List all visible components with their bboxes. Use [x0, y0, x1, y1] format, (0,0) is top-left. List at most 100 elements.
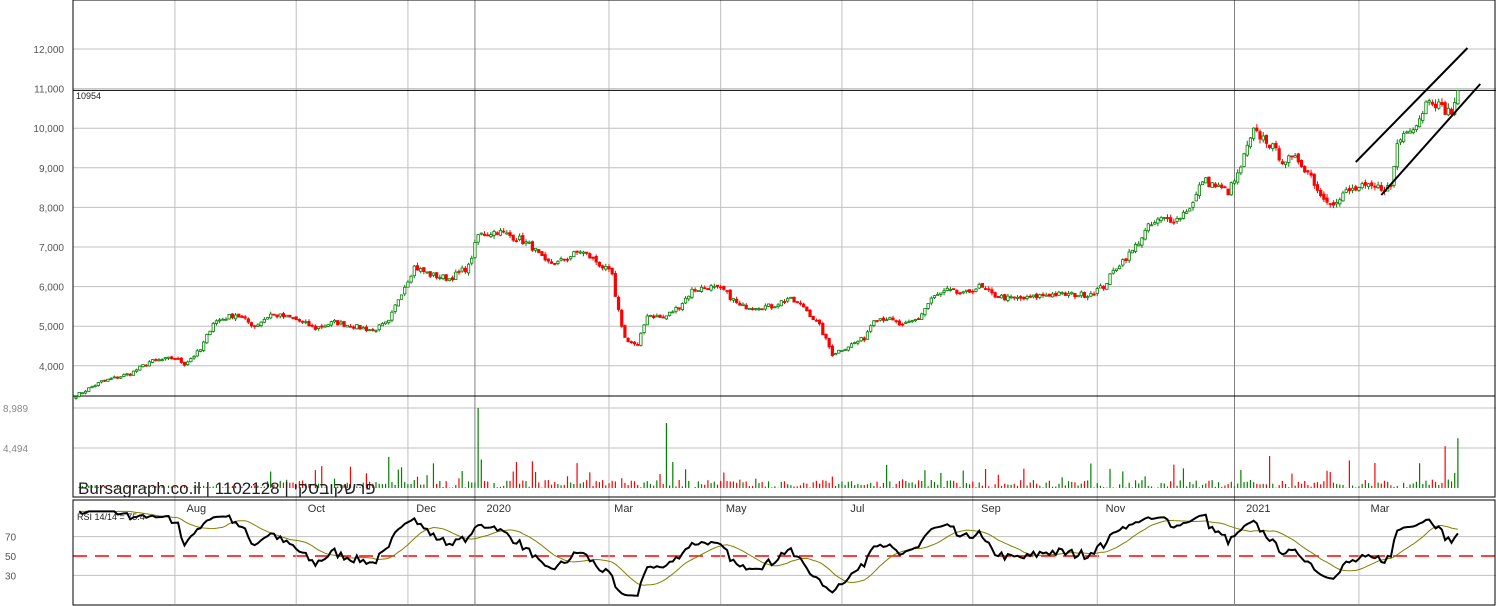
candle-up [1242, 153, 1246, 167]
candle-up [1360, 183, 1364, 189]
candle-up [214, 320, 219, 324]
candle-down [792, 296, 796, 303]
candle-down [444, 274, 448, 281]
candle-up [1098, 285, 1103, 289]
candle-down [502, 230, 506, 233]
candle-up [221, 318, 225, 321]
candle-up [524, 241, 528, 244]
candle-up [766, 303, 771, 307]
candle-down [435, 272, 439, 279]
candle-down [1073, 292, 1077, 298]
candle-up [763, 305, 767, 310]
candle-down [291, 317, 295, 319]
candle-up [1405, 131, 1409, 134]
candle-down [1267, 144, 1272, 149]
candle-down [1172, 221, 1176, 224]
candle-up [87, 387, 91, 392]
candle-up [964, 289, 969, 292]
candle-up [112, 376, 116, 379]
candle-down [735, 298, 739, 304]
candle-up [122, 374, 126, 377]
candle-down [894, 320, 898, 323]
candle-up [712, 285, 716, 288]
candle-up [368, 329, 372, 332]
month-label: Jul [850, 503, 864, 515]
candle-up [96, 382, 100, 386]
candle-up [664, 315, 669, 320]
candle-down [1022, 297, 1026, 300]
candle-up [1335, 202, 1339, 205]
candle-down [1315, 184, 1320, 191]
candle-down [243, 316, 247, 319]
candle-up [198, 349, 203, 352]
candle-up [1216, 184, 1221, 187]
month-label: Mar [614, 503, 633, 515]
candle-up [454, 271, 458, 280]
candle-up [390, 311, 394, 321]
candle-up [380, 323, 384, 327]
candle-up [1175, 218, 1179, 222]
candle-down [632, 341, 637, 345]
candle-up [205, 333, 209, 344]
candle-down [591, 256, 595, 259]
candle-down [1363, 182, 1367, 186]
candle-down [1322, 193, 1326, 200]
candle-up [668, 311, 672, 317]
candle-down [537, 249, 541, 253]
candle-up [1111, 270, 1115, 274]
candle-down [1047, 293, 1051, 297]
candle-down [1331, 202, 1336, 206]
candle-down [275, 314, 279, 318]
candle-up [674, 307, 678, 312]
candle-down [824, 333, 828, 339]
candle-up [447, 278, 451, 282]
candle-down [358, 324, 362, 330]
candle-down [495, 232, 499, 235]
candle-down [1430, 101, 1434, 105]
candle-up [833, 353, 838, 356]
candle-up [1197, 184, 1201, 197]
candle-up [393, 304, 397, 312]
candle-up [843, 349, 847, 351]
candle-up [773, 306, 777, 309]
candle-up [1095, 288, 1099, 294]
candle-up [1271, 143, 1275, 149]
candle-down [1019, 296, 1023, 299]
candle-up [923, 307, 927, 316]
candle-up [853, 342, 857, 344]
candle-down [240, 315, 244, 318]
candle-down [422, 267, 426, 273]
candle-up [425, 271, 429, 274]
candle-down [744, 304, 748, 310]
candle-down [562, 258, 566, 261]
candle-down [1124, 258, 1128, 261]
candle-down [1213, 183, 1217, 188]
candle-down [546, 258, 550, 262]
candle-up [936, 293, 940, 296]
candle-down [821, 323, 825, 336]
candle-up [99, 380, 104, 383]
candle-down [176, 358, 180, 360]
candle-up [412, 265, 416, 277]
candle-down [511, 234, 515, 241]
candle-down [1255, 127, 1259, 132]
candle-down [457, 271, 461, 273]
candle-down [1277, 148, 1281, 161]
candle-up [1283, 161, 1288, 165]
candle-down [1165, 217, 1170, 219]
candle-up [489, 234, 493, 238]
candle-down [968, 289, 972, 293]
candle-down [1354, 186, 1358, 191]
candle-down [549, 261, 554, 264]
month-label: 2021 [1246, 503, 1270, 515]
candle-up [1293, 155, 1297, 158]
candle-down [310, 324, 314, 327]
candle-up [1417, 118, 1422, 128]
candle-down [610, 267, 614, 275]
candle-up [157, 359, 161, 362]
rsi-panel [78, 510, 1459, 597]
candle-down [565, 258, 570, 261]
rsi-tick-label: 30 [5, 571, 17, 582]
candle-up [840, 350, 844, 353]
candle-up [913, 319, 917, 322]
